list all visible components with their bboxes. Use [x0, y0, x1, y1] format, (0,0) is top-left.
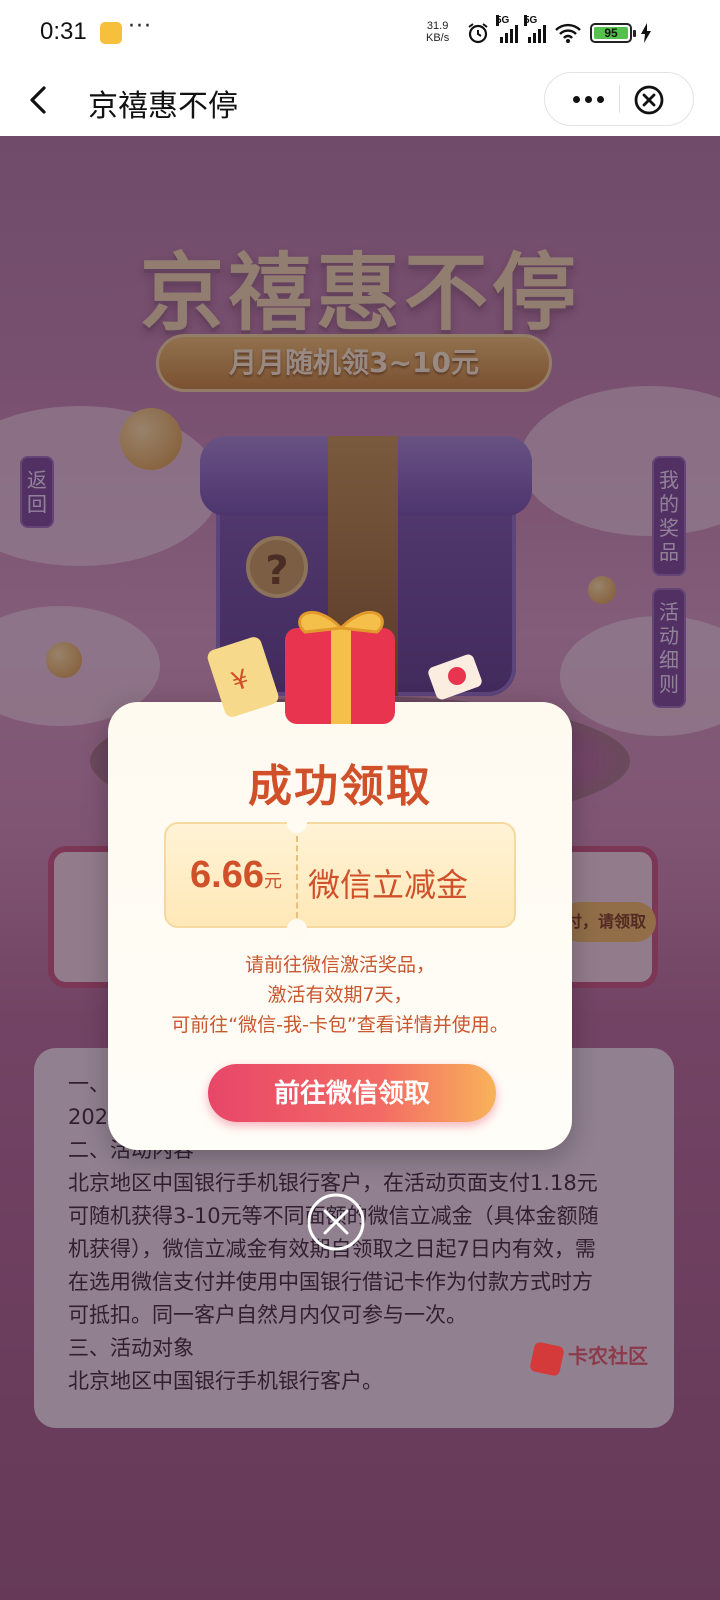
signal-icon: 5G: [496, 15, 518, 43]
ticket-divider: [296, 836, 298, 918]
modal-message-line: 请前往微信激活奖品，: [244, 954, 435, 976]
status-time: 0:31: [40, 18, 87, 45]
status-bar: 0:31 ··· 31.9 KB/s 5G 5G 95: [0, 0, 720, 66]
nav-title: 京禧惠不停: [88, 89, 238, 124]
battery-icon: 95: [590, 23, 636, 43]
status-more-dots: ···: [128, 14, 152, 39]
alarm-icon: [468, 23, 488, 44]
modal-title: 成功领取: [248, 761, 432, 812]
battery-level: 95: [604, 26, 618, 40]
net-speed-value: 31.9: [426, 20, 449, 32]
ticket-notch: [287, 813, 307, 833]
capsule-divider: [619, 85, 620, 113]
gift-icon: ¥: [207, 610, 482, 724]
mini-program-capsule: [544, 72, 694, 126]
prize-amount-unit: 元: [263, 871, 282, 892]
watermark-logo: [529, 1341, 565, 1377]
prize-amount: 6.66元: [180, 854, 292, 897]
prize-amount-value: 6.66: [190, 854, 264, 896]
nav-bar: 京禧惠不停: [0, 66, 720, 136]
net-speed-unit: KB/s: [426, 32, 450, 44]
modal-message-line: 激活有效期7天，: [267, 984, 413, 1006]
success-modal: 成功领取 6.66元 微信立减金 请前往微信激活奖品， 激活有效期7天， 可前往…: [108, 702, 572, 1150]
modal-message-line: 可前往“微信-我-卡包”查看详情并使用。: [171, 1014, 509, 1036]
go-to-wechat-button[interactable]: 前往微信领取: [208, 1064, 496, 1122]
net-speed: 31.9 KB/s: [426, 20, 449, 44]
sim1-label: 5G: [496, 15, 510, 26]
close-circle-icon[interactable]: [633, 84, 665, 116]
ticket-notch: [287, 919, 307, 939]
sim2-label: 5G: [524, 15, 538, 26]
wifi-icon: [555, 23, 581, 43]
signal-icon-2: 5G: [524, 15, 546, 43]
watermark-text: 卡农社区: [568, 1344, 648, 1368]
status-icons: 5G 5G 95: [466, 15, 652, 48]
modal-close-icon[interactable]: [306, 1192, 366, 1252]
more-icon[interactable]: [563, 83, 613, 115]
modal-message: 请前往微信激活奖品， 激活有效期7天， 可前往“微信-我-卡包”查看详情并使用。: [108, 950, 572, 1040]
notification-app-icon: [100, 22, 122, 44]
charging-icon: [641, 23, 651, 43]
prize-name: 微信立减金: [308, 866, 469, 904]
prize-ticket: 6.66元 微信立减金: [164, 813, 516, 939]
back-chevron-icon[interactable]: [22, 80, 58, 120]
